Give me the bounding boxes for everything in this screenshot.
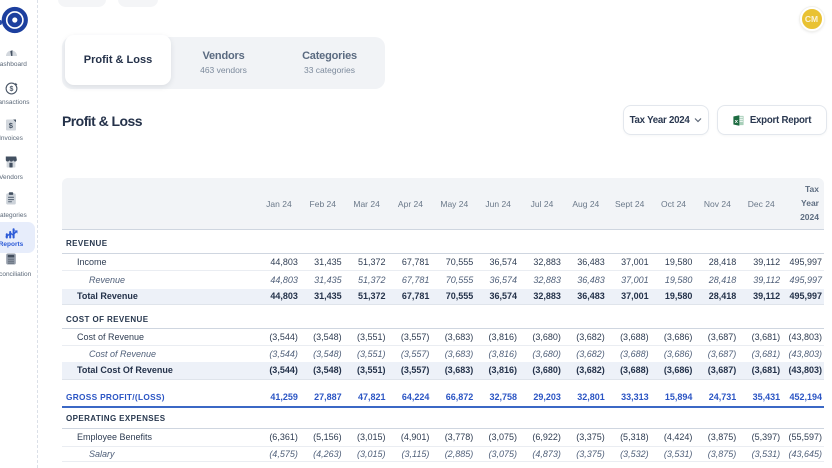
svg-text:$: $ <box>9 86 13 93</box>
